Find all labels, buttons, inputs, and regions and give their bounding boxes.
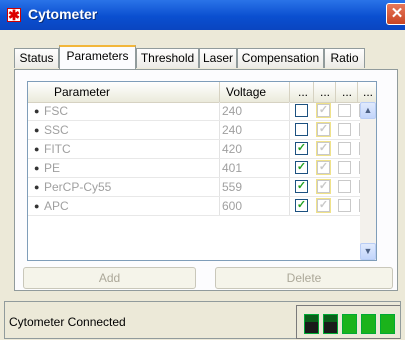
row-marker-icon: ● <box>34 163 40 173</box>
row-marker-icon: ● <box>34 201 40 211</box>
app-icon: ✱ <box>7 7 21 23</box>
row-marker-icon: ● <box>34 144 40 154</box>
status-led-3 <box>342 314 357 334</box>
add-button[interactable]: Add <box>23 267 196 289</box>
scroll-up-button[interactable]: ▲ <box>360 102 376 119</box>
header-parameter[interactable]: Parameter <box>28 82 220 102</box>
tab-compensation[interactable]: Compensation <box>237 48 324 68</box>
parameter-name-cell[interactable]: PerCP-Cy55 <box>42 178 220 196</box>
parameters-grid: Parameter Voltage ... ... ... ... ● FSC 24… <box>27 81 377 261</box>
status-text: Cytometer Connected <box>9 315 126 329</box>
status-led-4 <box>361 314 376 334</box>
parameter-name-cell[interactable]: FSC <box>42 102 220 120</box>
tab-status[interactable]: Status <box>14 48 59 68</box>
tab-parameters[interactable]: Parameters <box>59 45 136 69</box>
header-col-2[interactable]: ... <box>314 82 336 102</box>
checkbox-col-1[interactable]: ✓ <box>295 180 308 193</box>
checkbox-col-2[interactable]: ✓ <box>316 198 331 213</box>
row-marker-icon: ● <box>34 106 40 116</box>
close-button[interactable]: ✕ <box>386 3 405 25</box>
voltage-cell[interactable]: 401 <box>220 159 290 177</box>
header-col-3[interactable]: ... <box>336 82 358 102</box>
checkbox-col-3[interactable] <box>338 180 351 193</box>
checkbox-col-3[interactable] <box>338 142 351 155</box>
voltage-cell[interactable]: 600 <box>220 197 290 215</box>
table-row[interactable]: ● FITC 420 ✓ ✓ <box>28 140 372 159</box>
parameter-name-cell[interactable]: PE <box>42 159 220 177</box>
checkbox-col-3[interactable] <box>338 104 351 117</box>
voltage-cell[interactable]: 559 <box>220 178 290 196</box>
checkbox-col-1[interactable]: ✓ <box>295 161 308 174</box>
table-row[interactable]: ● APC 600 ✓ ✓ <box>28 197 372 216</box>
grid-header: Parameter Voltage ... ... ... ... <box>28 82 376 103</box>
header-col-4[interactable]: ... <box>358 82 376 102</box>
parameter-name-cell[interactable]: APC <box>42 197 220 215</box>
checkbox-col-3[interactable] <box>338 161 351 174</box>
header-col-1[interactable]: ... <box>290 82 314 102</box>
scroll-down-button[interactable]: ▼ <box>360 243 376 260</box>
status-led-5 <box>380 314 395 334</box>
row-marker-icon: ● <box>34 125 40 135</box>
row-marker-icon: ● <box>34 182 40 192</box>
voltage-cell[interactable]: 240 <box>220 121 290 139</box>
status-leds <box>296 305 400 339</box>
table-row[interactable]: ● PerCP-Cy55 559 ✓ ✓ <box>28 178 372 197</box>
checkbox-col-3[interactable] <box>338 123 351 136</box>
parameter-name-cell[interactable]: FITC <box>42 140 220 158</box>
checkbox-col-1[interactable]: ✓ <box>295 142 308 155</box>
status-led-1 <box>304 314 319 334</box>
title-bar: ✱ Cytometer ✕ <box>0 0 405 30</box>
delete-button[interactable]: Delete <box>215 267 393 289</box>
window-title: Cytometer <box>28 6 98 22</box>
checkbox-col-2[interactable]: ✓ <box>316 179 331 194</box>
parameter-name-cell[interactable]: SSC <box>42 121 220 139</box>
checkbox-col-3[interactable] <box>338 199 351 212</box>
table-row[interactable]: ● FSC 240 ✓ <box>28 102 372 121</box>
checkbox-col-1[interactable] <box>295 104 308 117</box>
status-led-2 <box>323 314 338 334</box>
header-voltage[interactable]: Voltage <box>220 82 290 102</box>
checkbox-col-2[interactable]: ✓ <box>316 103 331 118</box>
voltage-cell[interactable]: 240 <box>220 102 290 120</box>
table-row[interactable]: ● PE 401 ✓ ✓ <box>28 159 372 178</box>
grid-scrollbar[interactable]: ▲ ▼ <box>360 102 376 260</box>
table-row[interactable]: ● SSC 240 ✓ <box>28 121 372 140</box>
tab-threshold[interactable]: Threshold <box>136 48 199 68</box>
checkbox-col-1[interactable] <box>295 123 308 136</box>
checkbox-col-2[interactable]: ✓ <box>316 122 331 137</box>
tab-ratio[interactable]: Ratio <box>324 48 365 68</box>
checkbox-col-1[interactable]: ✓ <box>295 199 308 212</box>
voltage-cell[interactable]: 420 <box>220 140 290 158</box>
tab-laser[interactable]: Laser <box>199 48 237 68</box>
checkbox-col-2[interactable]: ✓ <box>316 160 331 175</box>
checkbox-col-2[interactable]: ✓ <box>316 141 331 156</box>
